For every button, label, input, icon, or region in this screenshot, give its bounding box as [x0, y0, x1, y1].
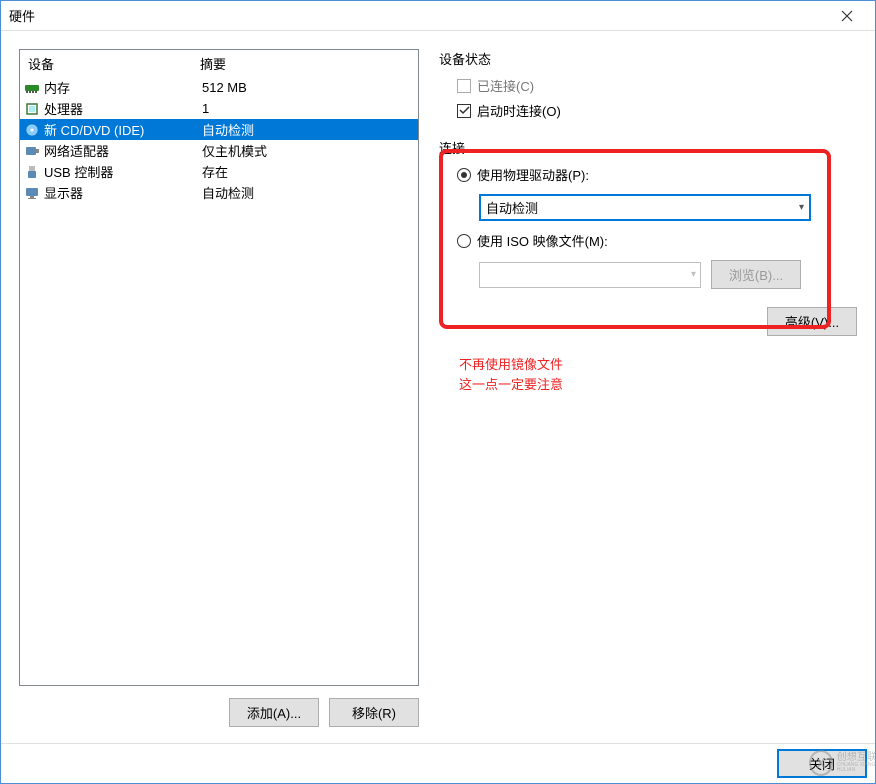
connection-group: 连接 使用物理驱动器(P): 自动检测 ▾ 使用 ISO 映像文件(M): ▾: [439, 138, 857, 289]
window-title: 硬件: [9, 6, 827, 25]
device-label: 显示器: [44, 183, 83, 202]
device-summary: 自动检测: [200, 183, 418, 202]
usb-icon: [24, 164, 40, 180]
remove-button[interactable]: 移除(R): [329, 698, 419, 727]
close-icon: [841, 10, 853, 22]
device-summary: 1: [200, 101, 418, 116]
device-summary: 512 MB: [200, 80, 418, 95]
network-icon: [24, 143, 40, 159]
device-list[interactable]: 设备 摘要 内存 512 MB 处理器 1 新: [19, 49, 419, 686]
connect-at-poweron-label: 启动时连接(O): [477, 101, 561, 120]
connection-title: 连接: [439, 138, 857, 157]
window-close-button[interactable]: [827, 1, 867, 31]
connected-label: 已连接(C): [477, 76, 534, 95]
device-label: USB 控制器: [44, 162, 113, 181]
chevron-down-icon: ▾: [691, 269, 696, 280]
iso-radio[interactable]: [457, 234, 471, 248]
header-summary: 摘要: [200, 54, 418, 73]
add-button[interactable]: 添加(A)...: [229, 698, 319, 727]
connect-at-poweron-checkbox[interactable]: [457, 104, 471, 118]
device-row-cddvd[interactable]: 新 CD/DVD (IDE) 自动检测: [20, 119, 418, 140]
annotation-text: 不再使用镜像文件 这一点一定要注意: [459, 355, 563, 394]
browse-button: 浏览(B)...: [711, 260, 801, 289]
device-label: 内存: [44, 78, 70, 97]
physical-drive-label: 使用物理驱动器(P):: [477, 165, 589, 184]
device-list-header: 设备 摘要: [20, 50, 418, 77]
device-summary: 自动检测: [200, 120, 418, 139]
device-row-monitor[interactable]: 显示器 自动检测: [20, 182, 418, 203]
device-row-memory[interactable]: 内存 512 MB: [20, 77, 418, 98]
device-label: 网络适配器: [44, 141, 109, 160]
disc-icon: [24, 122, 40, 138]
checkmark-icon: [459, 105, 470, 116]
device-status-title: 设备状态: [439, 49, 857, 68]
iso-file-input[interactable]: ▾: [479, 262, 701, 288]
connected-checkbox: [457, 79, 471, 93]
device-status-group: 设备状态 已连接(C) 启动时连接(O): [439, 49, 857, 120]
device-summary: 存在: [200, 162, 418, 181]
memory-icon: [24, 80, 40, 96]
radio-dot-icon: [461, 172, 467, 178]
device-row-network[interactable]: 网络适配器 仅主机模式: [20, 140, 418, 161]
header-device: 设备: [20, 54, 200, 73]
chevron-down-icon: ▾: [799, 202, 804, 213]
device-summary: 仅主机模式: [200, 141, 418, 160]
device-label: 新 CD/DVD (IDE): [44, 120, 144, 139]
device-row-usb[interactable]: USB 控制器 存在: [20, 161, 418, 182]
physical-drive-select[interactable]: 自动检测 ▾: [479, 194, 811, 221]
monitor-icon: [24, 185, 40, 201]
device-row-cpu[interactable]: 处理器 1: [20, 98, 418, 119]
physical-drive-value: 自动检测: [486, 198, 538, 217]
cpu-icon: [24, 101, 40, 117]
iso-label: 使用 ISO 映像文件(M):: [477, 231, 608, 250]
physical-drive-radio[interactable]: [457, 168, 471, 182]
advanced-button[interactable]: 高级(V)...: [767, 307, 857, 336]
watermark: X 创想互联 CHUANG XIANG HULIAN: [795, 743, 875, 783]
device-label: 处理器: [44, 99, 83, 118]
